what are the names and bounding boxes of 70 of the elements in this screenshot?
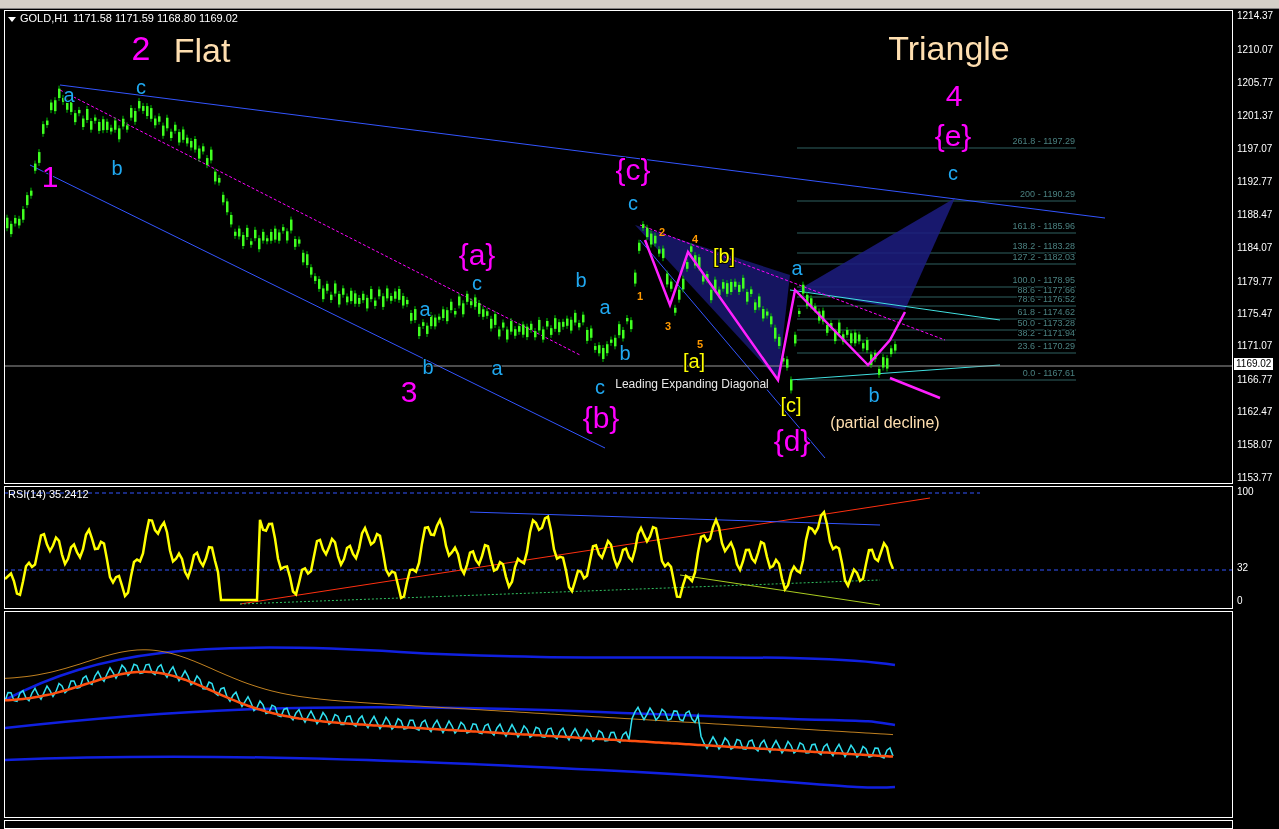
wave-label: {d} (773, 424, 811, 457)
wave-label: b (111, 157, 123, 179)
fib-level-label: 78.6 - 1176.52 (1017, 294, 1075, 304)
fib-level-label: 100.0 - 1178.95 (1012, 275, 1075, 285)
wave-label: 4 (691, 233, 699, 245)
price-axis-label: 1158.07 (1237, 439, 1273, 451)
fib-level-label: 127.2 - 1182.03 (1012, 252, 1075, 262)
dropdown-icon[interactable] (8, 17, 16, 22)
price-axis-label: 1179.77 (1237, 276, 1273, 288)
price-axis-label: 1153.77 (1237, 472, 1273, 484)
current-price-label: 1169.02 (1234, 358, 1274, 370)
wave-label: c (628, 192, 638, 214)
fib-level-label: 23.6 - 1170.29 (1017, 341, 1075, 351)
wave-label: {e} (934, 119, 972, 152)
fib-level-label: 88.6 - 1177.66 (1017, 285, 1075, 295)
wave-label: 5 (696, 338, 704, 350)
wave-label: {a} (458, 238, 496, 271)
rsi-title: RSI(14) 35.2412 (8, 488, 89, 500)
price-axis-label: 1175.47 (1237, 308, 1273, 320)
fib-level-label: 61.8 - 1174.62 (1017, 307, 1075, 317)
fib-level-label: 261.8 - 1197.29 (1012, 136, 1075, 146)
wave-label: [a] (682, 350, 706, 372)
wave-label: 1 (636, 290, 644, 302)
fib-level-label: 138.2 - 1183.28 (1012, 241, 1075, 251)
price-axis-label: 1192.77 (1237, 176, 1273, 188)
wave-label: a (63, 84, 75, 106)
wave-label: {c} (615, 153, 651, 186)
ohlc-values: 1171.58 1171.59 1168.80 1169.02 (73, 12, 238, 24)
price-axis-label: 1184.07 (1237, 242, 1273, 254)
fib-level-label: 161.8 - 1185.96 (1012, 221, 1075, 231)
price-axis-label: 1188.47 (1237, 209, 1273, 221)
price-axis-label: 1162.47 (1237, 406, 1273, 418)
rsi-axis-label: 32 (1237, 562, 1249, 574)
wave-label: Flat (173, 31, 231, 69)
wave-label: 2 (131, 29, 151, 67)
price-axis-label: 1166.77 (1237, 374, 1273, 386)
price-axis-label: 1197.07 (1237, 143, 1273, 155)
wave-label: 3 (664, 320, 672, 332)
wave-label: a (791, 257, 803, 279)
wave-label: 2 (658, 226, 666, 238)
wave-label: b (868, 384, 880, 406)
wave-label: b (619, 342, 631, 364)
price-axis-label: 1205.77 (1237, 77, 1274, 89)
wave-label: a (491, 357, 503, 379)
wave-label: 3 (400, 375, 418, 408)
wave-label: a (419, 298, 431, 320)
rsi-axis-label: 100 (1237, 486, 1254, 498)
wave-label: c (948, 162, 958, 184)
price-axis-label: 1214.37 (1237, 10, 1274, 22)
wave-label: (partial decline) (830, 414, 940, 431)
wave-label: [c] (780, 394, 802, 416)
price-axis-label: 1171.07 (1237, 340, 1273, 352)
wave-label: c (136, 76, 146, 98)
wave-label: b (575, 269, 587, 291)
wave-label: b (422, 356, 434, 378)
fib-level-label: 50.0 - 1173.28 (1017, 318, 1075, 328)
wave-label: c (472, 272, 482, 294)
rsi-axis-label: 0 (1237, 595, 1243, 607)
fib-level-label: 0.0 - 1167.61 (1022, 368, 1075, 378)
wave-label: [b] (712, 245, 736, 267)
price-axis-label: 1210.07 (1237, 44, 1274, 56)
wave-label: {b} (582, 401, 620, 434)
symbol-label: GOLD,H1 (20, 12, 69, 24)
fib-level-label: 38.2 - 1171.94 (1017, 328, 1075, 338)
wave-label: a (599, 296, 611, 318)
fib-level-label: 200 - 1190.29 (1020, 189, 1075, 199)
price-axis-label: 1201.37 (1237, 110, 1274, 122)
wave-label: c (595, 376, 605, 398)
wave-label: 4 (945, 79, 963, 112)
wave-label: Triangle (888, 29, 1010, 67)
